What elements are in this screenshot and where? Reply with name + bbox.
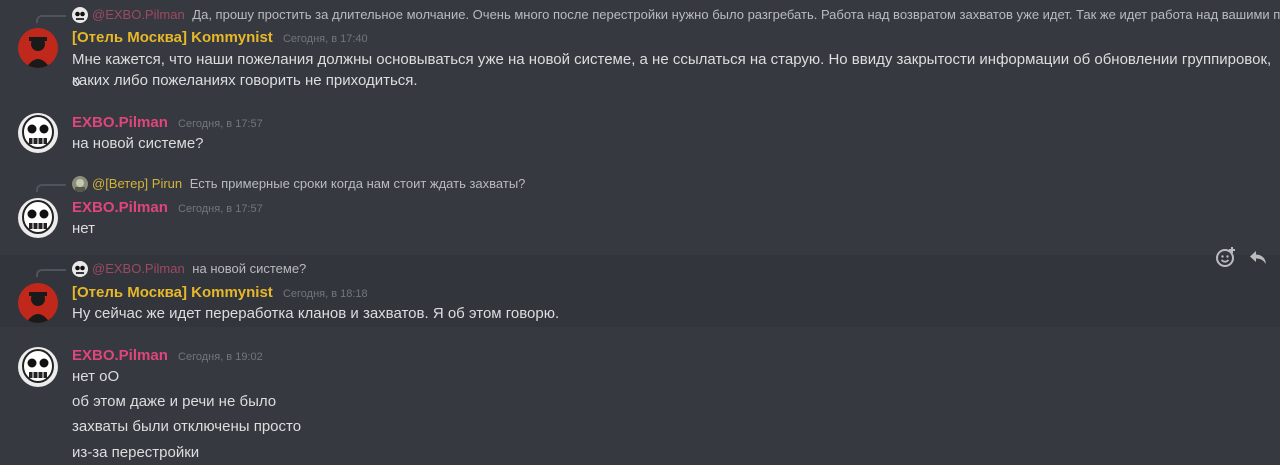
reply-avatar-icon [72,176,88,192]
timestamp: Сегодня, в 17:57 [178,203,263,215]
avatar[interactable] [18,347,58,387]
message-line: каких либо пожеланиях говорить не приход… [72,72,418,89]
reply-content[interactable]: Есть примерные сроки когда нам стоит жда… [190,176,526,191]
username[interactable]: [Отель Москва] Kommynist [72,29,273,46]
reply-author[interactable]: @EXBO.Pilman [92,7,185,22]
reply-spine [36,184,66,192]
message-2: EXBO.Pilman Сегодня, в 17:57 на новой си… [0,100,1280,170]
message-line: из-за перестройки [72,444,200,461]
reply-preview[interactable]: @EXBO.Pilman на новой системе? [36,260,436,278]
reply-content[interactable]: на новой системе? [192,261,306,276]
username[interactable]: EXBO.Pilman [72,347,168,364]
avatar[interactable] [18,198,58,238]
reply-author[interactable]: @EXBO.Pilman [92,261,185,276]
timestamp: Сегодня, в 17:40 [282,33,368,45]
message-line: захваты были отключены просто [72,418,302,435]
avatar[interactable] [18,28,58,68]
message-3: @[Ветер] Pirun Есть примерные сроки когд… [0,170,1280,255]
reply-content[interactable]: Да, прошу простить за длительное молчани… [192,7,1280,22]
message-5: EXBO.Pilman Сегодня, в 19:02 нет оО об э… [0,327,1280,465]
reply-spine [36,269,66,277]
message-line: нет оО [72,368,120,385]
reply-author[interactable]: @[Ветер] Pirun [92,176,182,191]
message-toolbar [1212,240,1272,274]
reply-preview[interactable]: @[Ветер] Pirun Есть примерные сроки когд… [36,175,636,193]
message-line: Ну сейчас же идет переработка кланов и з… [72,305,560,322]
username[interactable]: EXBO.Pilman [72,199,168,216]
reply-avatar-icon [72,7,88,23]
username[interactable]: EXBO.Pilman [72,114,168,131]
timestamp: Сегодня, в 17:57 [178,118,263,130]
reply-icon[interactable] [1244,243,1272,271]
reply-avatar-icon [72,261,88,277]
avatar[interactable] [18,113,58,153]
message-4: @EXBO.Pilman на новой системе? [Отель Мо… [0,255,1280,327]
message-1: @EXBO.Pilman Да, прошу простить за длите… [0,0,1280,100]
reply-preview[interactable]: @EXBO.Pilman Да, прошу простить за длите… [36,6,1280,24]
timestamp: Сегодня, в 18:18 [282,288,368,300]
message-line: об этом даже и речи не было [72,393,277,410]
add-reaction-icon[interactable] [1212,243,1240,271]
reply-spine [36,15,66,23]
message-line: на новой системе? [72,135,204,152]
timestamp: Сегодня, в 19:02 [178,351,263,363]
message-line: нет [72,220,95,237]
avatar[interactable] [18,283,58,323]
username[interactable]: [Отель Москва] Kommynist [72,284,273,301]
